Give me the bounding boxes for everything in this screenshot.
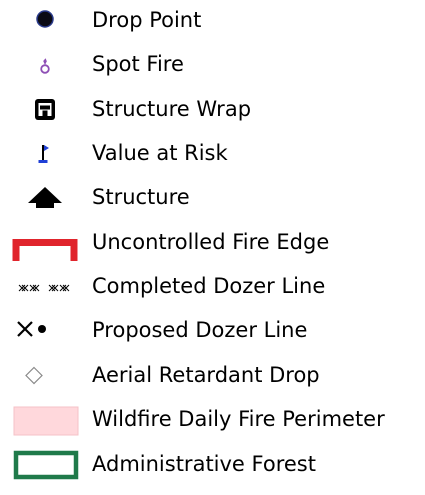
legend-item-uncontrolled-fire-edge: Uncontrolled Fire Edge [0,222,425,262]
value-at-risk-icon [0,133,92,173]
legend-item-spot-fire: Spot Fire [0,44,425,84]
legend-label: Structure Wrap [92,97,252,121]
legend-label: Completed Dozer Line [92,274,326,298]
legend-label: Uncontrolled Fire Edge [92,230,330,254]
drop-point-icon [0,0,92,40]
legend-label: Spot Fire [92,52,184,76]
map-legend: Drop Point Spot Fire Structure Wrap Valu… [0,0,425,495]
spot-fire-icon [0,44,92,84]
legend-item-structure-wrap: Structure Wrap [0,89,425,129]
legend-item-drop-point: Drop Point [0,0,425,40]
completed-dozer-line-icon [0,266,92,306]
legend-label: Wildfire Daily Fire Perimeter [92,407,385,431]
legend-item-structure: Structure [0,177,425,217]
legend-label: Proposed Dozer Line [92,318,308,342]
legend-item-proposed-dozer-line: Proposed Dozer Line [0,310,425,350]
legend-label: Administrative Forest [92,452,316,476]
wildfire-daily-fire-perimeter-icon [0,399,92,439]
legend-label: Value at Risk [92,141,228,165]
legend-item-administrative-forest: Administrative Forest [0,444,425,484]
legend-item-value-at-risk: Value at Risk [0,133,425,173]
proposed-dozer-line-icon [0,310,92,350]
legend-item-aerial-retardant-drop: Aerial Retardant Drop [0,355,425,395]
legend-label: Aerial Retardant Drop [92,363,320,387]
legend-item-wildfire-daily-fire-perimeter: Wildfire Daily Fire Perimeter [0,399,425,439]
uncontrolled-fire-edge-icon [0,222,92,262]
structure-icon [0,177,92,217]
legend-label: Drop Point [92,8,202,32]
legend-label: Structure [92,185,190,209]
aerial-retardant-drop-icon [0,355,92,395]
legend-item-completed-dozer-line: Completed Dozer Line [0,266,425,306]
administrative-forest-icon [0,444,92,484]
structure-wrap-icon [0,89,92,129]
